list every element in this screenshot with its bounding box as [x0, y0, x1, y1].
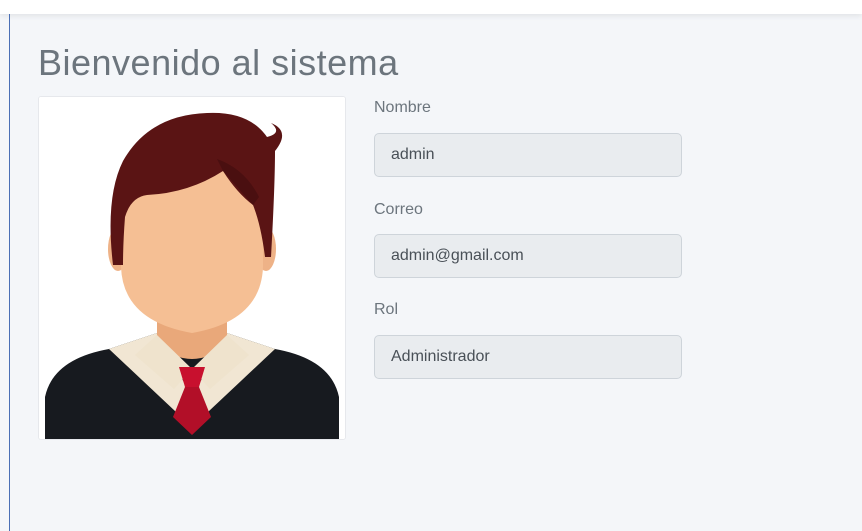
name-label: Nombre [374, 99, 431, 116]
top-navbar [0, 0, 862, 14]
avatar-card [38, 96, 346, 440]
user-avatar-icon [39, 97, 345, 439]
sidebar-edge [9, 14, 10, 531]
email-field[interactable] [374, 234, 682, 278]
page-title: Bienvenido al sistema [38, 42, 399, 83]
email-label: Correo [374, 201, 423, 218]
app-frame: Bienvenido al sistema Nombre admin Corre… [0, 0, 862, 531]
name-field[interactable] [374, 133, 682, 177]
role-label: Rol [374, 301, 399, 318]
role-field[interactable] [374, 335, 682, 379]
